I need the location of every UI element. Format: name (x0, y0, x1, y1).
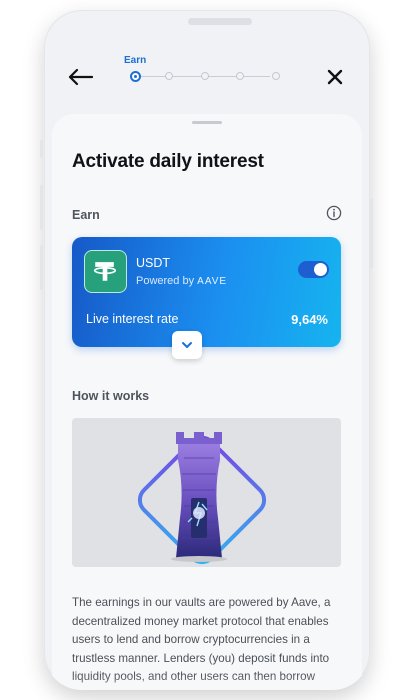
close-icon[interactable] (324, 66, 346, 88)
top-bar: Earn (44, 52, 370, 102)
side-button-power (370, 198, 373, 268)
info-icon[interactable] (326, 205, 342, 221)
page-title: Activate daily interest (72, 151, 264, 172)
side-button-mute (40, 140, 43, 158)
interest-toggle[interactable] (298, 261, 329, 278)
rate-label: Live interest rate (86, 312, 179, 326)
arrow-left-icon[interactable] (66, 66, 94, 88)
bottom-fade (52, 674, 362, 690)
section-how-heading: How it works (72, 389, 150, 403)
phone-frame: Earn Activate daily interest Earn USDT P… (44, 10, 370, 690)
section-earn-heading: Earn (72, 208, 100, 222)
how-it-works-illustration (72, 418, 341, 567)
phone-notch (188, 18, 252, 25)
sheet-drag-handle[interactable] (192, 121, 222, 124)
progress-stepper (130, 70, 280, 82)
aave-logo: AAVE (197, 276, 228, 287)
powered-by-line: Powered by AAVE (136, 275, 227, 287)
side-button-volume-up (40, 185, 43, 230)
asset-card[interactable]: USDT Powered by AAVE Live interest rate … (72, 237, 341, 347)
step-4-dot (236, 72, 244, 80)
step-5-dot (272, 72, 280, 80)
bottom-sheet: Activate daily interest Earn USDT Powere… (52, 114, 362, 690)
side-button-volume-down (40, 245, 43, 290)
token-name: USDT (136, 256, 171, 270)
expand-card-button[interactable] (172, 331, 202, 359)
step-2-dot (165, 72, 173, 80)
chevron-down-icon (182, 342, 192, 348)
step-3-dot (201, 72, 209, 80)
step-1-dot (130, 70, 141, 82)
powered-by-label: Powered by (136, 275, 195, 287)
rate-value: 9,64% (291, 312, 328, 327)
stepper-active-label: Earn (124, 55, 147, 66)
how-it-works-description: The earnings in our vaults are powered b… (72, 596, 331, 683)
tether-logo-icon (84, 250, 127, 293)
